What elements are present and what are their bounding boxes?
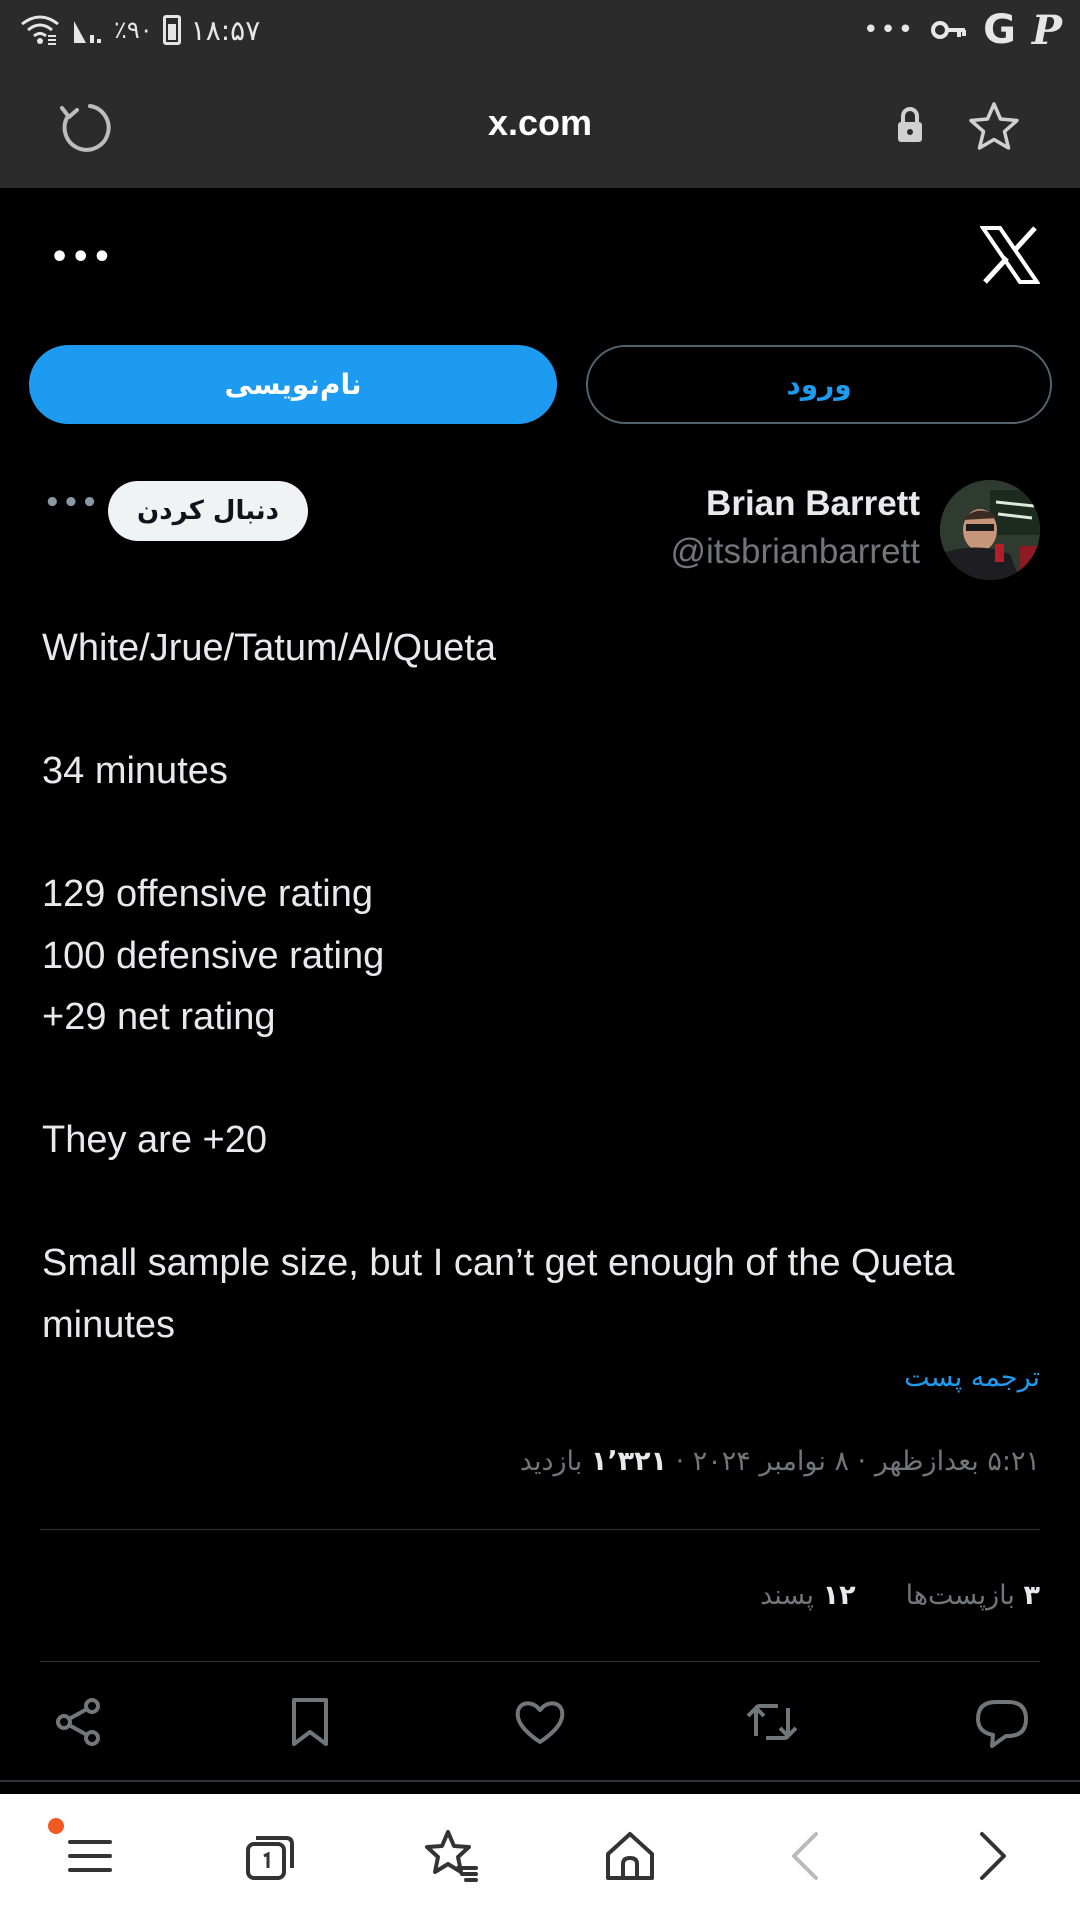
x-header: ••• xyxy=(0,188,1080,338)
forward-icon xyxy=(980,1832,1006,1880)
star-icon xyxy=(969,102,1019,150)
share-button[interactable] xyxy=(48,1692,108,1752)
x-logo-icon xyxy=(979,226,1041,284)
likes-count: ۱۲ xyxy=(822,1580,856,1611)
like-icon xyxy=(515,1701,565,1744)
site-info-button[interactable] xyxy=(894,106,926,146)
browser-bottom-nav xyxy=(0,1794,1080,1920)
menu-button[interactable] xyxy=(58,1824,122,1888)
paypal-icon: P xyxy=(1031,6,1062,54)
views-count: ۱٬۳۲۱ xyxy=(590,1446,668,1477)
bookmark-page-button[interactable] xyxy=(966,100,1022,154)
reply-button[interactable] xyxy=(972,1692,1032,1752)
bookmark-button[interactable] xyxy=(280,1692,340,1752)
divider xyxy=(40,1529,1040,1530)
favorites-icon xyxy=(425,1830,478,1882)
reposts-count: ۳ xyxy=(1023,1580,1040,1611)
author-handle[interactable]: @itsbrianbarrett xyxy=(670,532,920,572)
tweet-timestamp[interactable]: ۵:۲۱ بعدازظهر · ۸ نوامبر ۲۰۲۴ · xyxy=(667,1446,1040,1477)
x-logo[interactable] xyxy=(979,226,1041,284)
battery-icon xyxy=(162,15,181,45)
tweet-stats: ۳ بازپست‌ها ۱۲ پسند xyxy=(760,1580,1040,1611)
tweet-text: White/Jrue/Tatum/Al/Queta 34 minutes 129… xyxy=(42,627,955,1346)
login-button[interactable]: ورود xyxy=(586,345,1052,424)
share-icon xyxy=(56,1698,100,1746)
author-name[interactable]: Brian Barrett xyxy=(706,484,920,524)
wifi-icon xyxy=(21,15,59,45)
avatar-image xyxy=(940,480,1040,580)
like-button[interactable] xyxy=(510,1692,570,1752)
reposts-label: بازپست‌ها xyxy=(905,1580,1024,1611)
tweet-more-button[interactable]: ••• xyxy=(44,488,100,518)
lock-icon xyxy=(898,107,922,142)
reposts-stat[interactable]: ۳ بازپست‌ها xyxy=(906,1580,1040,1611)
more-options-button[interactable]: ••• xyxy=(50,240,114,275)
google-icon: G xyxy=(983,7,1016,53)
tabs-icon xyxy=(246,1836,294,1880)
status-left: ۱۸:۵۷ ٪۹۰ xyxy=(20,10,260,50)
back-icon xyxy=(792,1832,818,1880)
battery-percent: ٪۹۰ xyxy=(114,16,153,44)
forward-button[interactable] xyxy=(960,1824,1024,1888)
avatar[interactable] xyxy=(940,480,1040,580)
home-button[interactable] xyxy=(598,1824,662,1888)
reply-icon xyxy=(976,1700,1028,1748)
retweet-button[interactable] xyxy=(742,1692,802,1752)
retweet-icon xyxy=(746,1704,798,1740)
menu-icon xyxy=(68,1840,112,1872)
tabs-button[interactable] xyxy=(238,1824,302,1888)
signal-icon xyxy=(74,21,101,43)
bookmark-icon xyxy=(292,1698,328,1746)
favorites-button[interactable] xyxy=(418,1824,482,1888)
status-time: ۱۸:۵۷ xyxy=(190,13,261,47)
tweet-meta: ۵:۲۱ بعدازظهر · ۸ نوامبر ۲۰۲۴ · ۱٬۳۲۱ با… xyxy=(520,1446,1040,1477)
status-right: ••• G P xyxy=(863,6,1062,54)
divider xyxy=(0,1780,1080,1782)
translate-post-link[interactable]: ترجمه پست xyxy=(904,1362,1040,1393)
likes-label: پسند xyxy=(760,1580,823,1611)
browser-address-bar: x.com xyxy=(0,62,1080,188)
signup-button[interactable]: نام‌نویسی xyxy=(29,345,557,424)
status-overflow: ••• xyxy=(863,15,916,45)
follow-button[interactable]: دنبال کردن xyxy=(108,481,308,541)
divider xyxy=(40,1661,1040,1662)
likes-stat[interactable]: ۱۲ پسند xyxy=(760,1580,855,1611)
home-icon xyxy=(606,1832,654,1880)
back-button[interactable] xyxy=(776,1824,840,1888)
status-bar: ۱۸:۵۷ ٪۹۰ ••• G P xyxy=(0,0,1080,62)
views-label: بازدید xyxy=(519,1446,591,1477)
key-icon xyxy=(931,21,967,39)
